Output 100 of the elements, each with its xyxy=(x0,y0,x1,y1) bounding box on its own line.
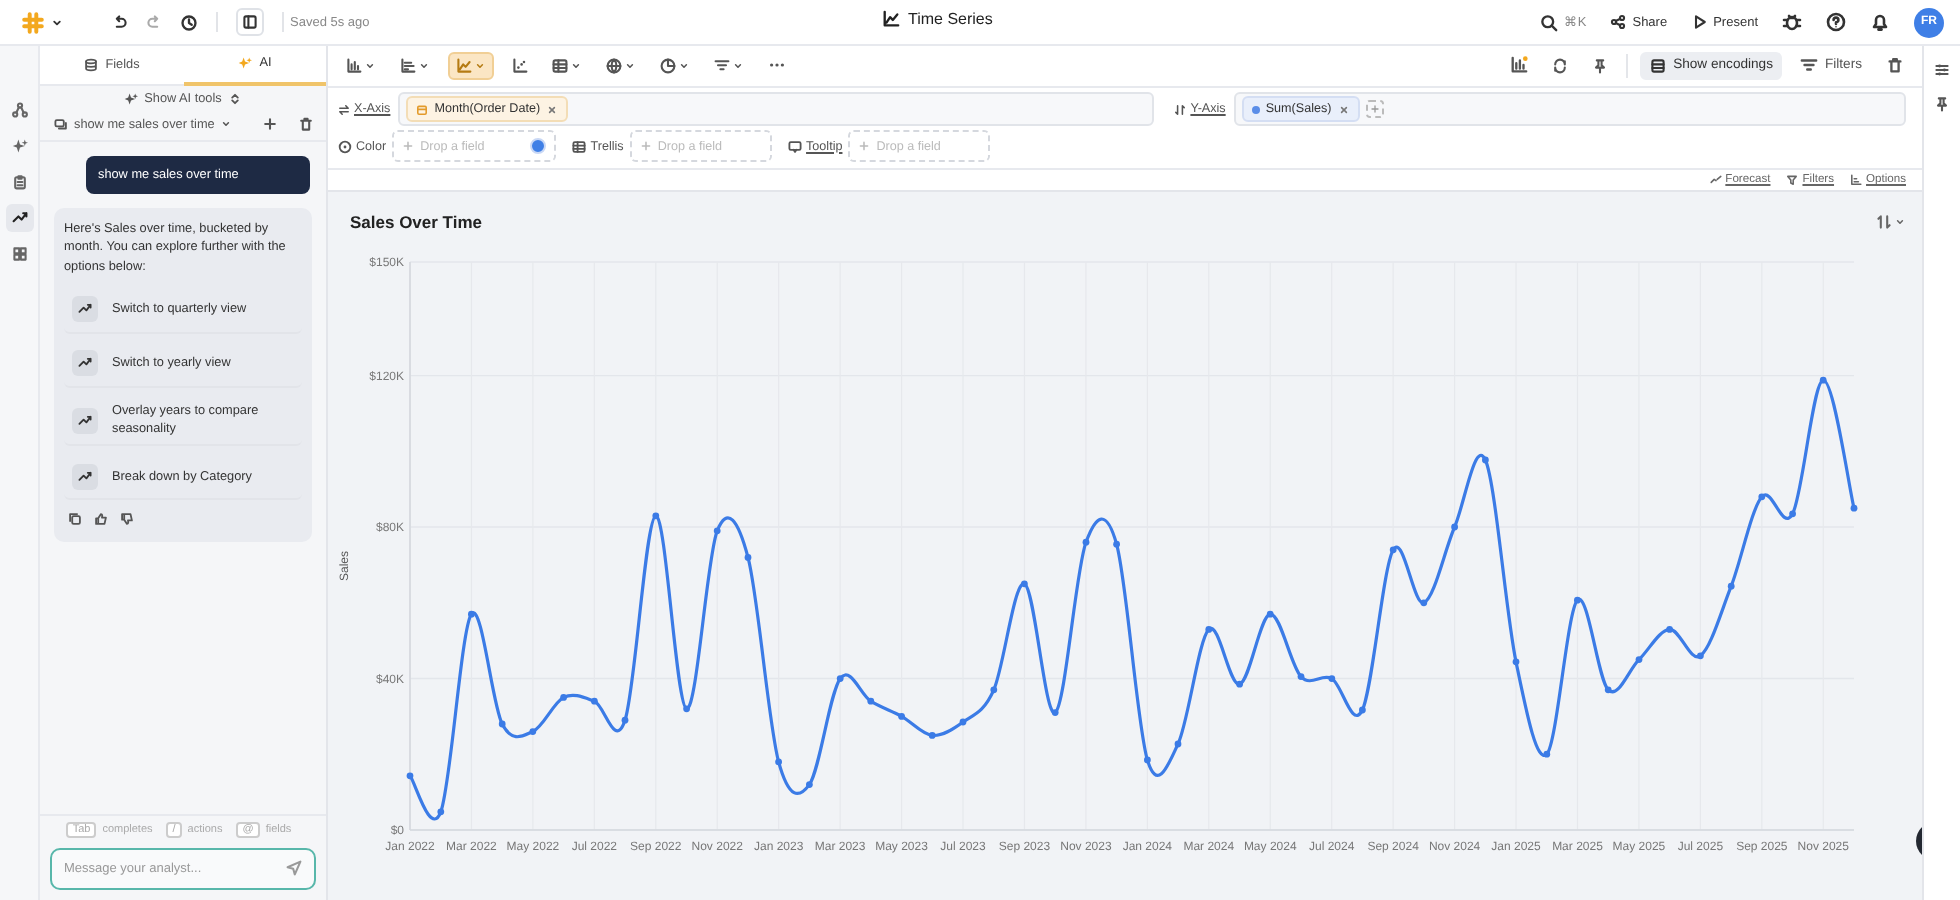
data-point xyxy=(1727,582,1735,590)
tooltip-icon xyxy=(788,139,803,153)
axis-icon xyxy=(1850,174,1863,186)
scatter-icon xyxy=(512,57,528,73)
chevron-updown-icon xyxy=(227,92,242,106)
data-point xyxy=(1512,658,1520,666)
data-point xyxy=(1021,580,1028,588)
trend-icon xyxy=(1709,174,1722,186)
table-icon xyxy=(552,57,568,73)
close-icon xyxy=(1337,103,1350,115)
pin-panel-button[interactable] xyxy=(1934,96,1950,112)
remove-field-button[interactable] xyxy=(546,103,559,115)
add-field-button[interactable] xyxy=(1365,100,1384,118)
data-point xyxy=(621,716,629,724)
plus-icon xyxy=(858,140,871,152)
chat-icon xyxy=(54,117,68,131)
hash-logo-icon xyxy=(22,11,44,33)
play-icon xyxy=(1691,14,1708,30)
pie-chart-icon xyxy=(660,57,676,73)
funnel-icon xyxy=(1786,174,1799,186)
data-point xyxy=(775,758,782,766)
document-title: Time Series xyxy=(908,10,993,28)
bar-chart-icon xyxy=(346,57,362,73)
remove-field-button[interactable] xyxy=(1337,103,1350,115)
chart-title: Sales Over Time xyxy=(350,212,484,232)
data-point xyxy=(898,713,905,720)
funnel-icon xyxy=(714,57,730,73)
encodings-panel-button[interactable] xyxy=(1934,62,1950,78)
horizontal-bar-icon xyxy=(400,57,416,73)
panel-icon xyxy=(242,14,258,30)
thumbs-up-icon xyxy=(94,512,108,527)
trash-icon xyxy=(1886,56,1904,74)
sort-button[interactable] xyxy=(1876,214,1906,230)
help-button[interactable] xyxy=(1826,12,1846,32)
caret-icon xyxy=(678,59,690,71)
thumbs-down-icon xyxy=(120,512,134,527)
sidebar-toggle-button[interactable] xyxy=(236,8,264,36)
caret-icon xyxy=(418,59,430,71)
send-icon xyxy=(286,860,302,876)
chart-type-button[interactable] xyxy=(448,51,494,79)
copy-button[interactable] xyxy=(68,512,82,527)
sort-icon xyxy=(1876,214,1892,230)
pin-icon xyxy=(1934,96,1950,112)
thumbs-down-button[interactable] xyxy=(120,512,134,527)
data-point xyxy=(1789,510,1796,518)
new-chat-button[interactable] xyxy=(262,116,278,132)
data-point xyxy=(1850,504,1858,512)
sparkle-icon xyxy=(237,56,252,70)
history-button[interactable] xyxy=(180,13,198,31)
notifications-button[interactable] xyxy=(1870,12,1890,32)
caret-icon xyxy=(624,59,636,71)
trend-icon xyxy=(78,469,92,484)
data-point xyxy=(990,686,998,694)
refresh-icon xyxy=(1551,57,1568,73)
data-point xyxy=(1297,673,1305,680)
data-point xyxy=(1205,626,1213,633)
thumbs-up-button[interactable] xyxy=(94,512,108,527)
color-swatch-icon[interactable] xyxy=(530,138,547,154)
caret-icon xyxy=(732,59,744,71)
data-point xyxy=(1482,456,1489,464)
delete-chat-button[interactable] xyxy=(298,116,314,132)
trend-icon xyxy=(11,210,27,226)
data-point xyxy=(1666,626,1673,633)
help-icon xyxy=(1826,12,1846,32)
share-icon xyxy=(1610,14,1627,30)
data-point xyxy=(1082,538,1090,546)
data-point xyxy=(836,675,844,682)
swap-icon xyxy=(338,103,350,115)
data-point xyxy=(560,694,567,701)
data-point xyxy=(1543,750,1551,758)
data-point xyxy=(1420,599,1428,607)
data-point xyxy=(959,718,967,726)
undo-icon xyxy=(112,14,128,30)
data-point xyxy=(529,728,537,735)
data-point xyxy=(1758,493,1766,501)
undo-button[interactable] xyxy=(112,14,128,30)
caret-icon xyxy=(1894,216,1906,228)
nodes-icon xyxy=(11,102,27,118)
line-chart-icon xyxy=(882,10,900,28)
data-point xyxy=(652,512,660,520)
data-point xyxy=(1819,376,1827,384)
pin-icon xyxy=(1591,57,1608,73)
trash-icon xyxy=(298,116,314,132)
sparkle-icon xyxy=(124,92,139,106)
redo-icon xyxy=(146,14,162,30)
caret-icon xyxy=(50,15,64,29)
bell-icon xyxy=(1870,12,1890,32)
data-point xyxy=(744,554,752,561)
database-icon xyxy=(83,57,98,71)
data-point xyxy=(1144,756,1151,764)
close-icon xyxy=(546,103,559,115)
rail-button[interactable] xyxy=(5,204,33,232)
search-icon xyxy=(1539,13,1558,31)
data-point xyxy=(867,697,875,705)
sliders-icon xyxy=(1934,62,1950,78)
bug-icon xyxy=(1782,12,1802,32)
measure-dot-icon xyxy=(1251,105,1260,113)
data-point xyxy=(713,527,721,535)
history-icon xyxy=(180,13,198,31)
debug-button[interactable] xyxy=(1782,12,1802,32)
